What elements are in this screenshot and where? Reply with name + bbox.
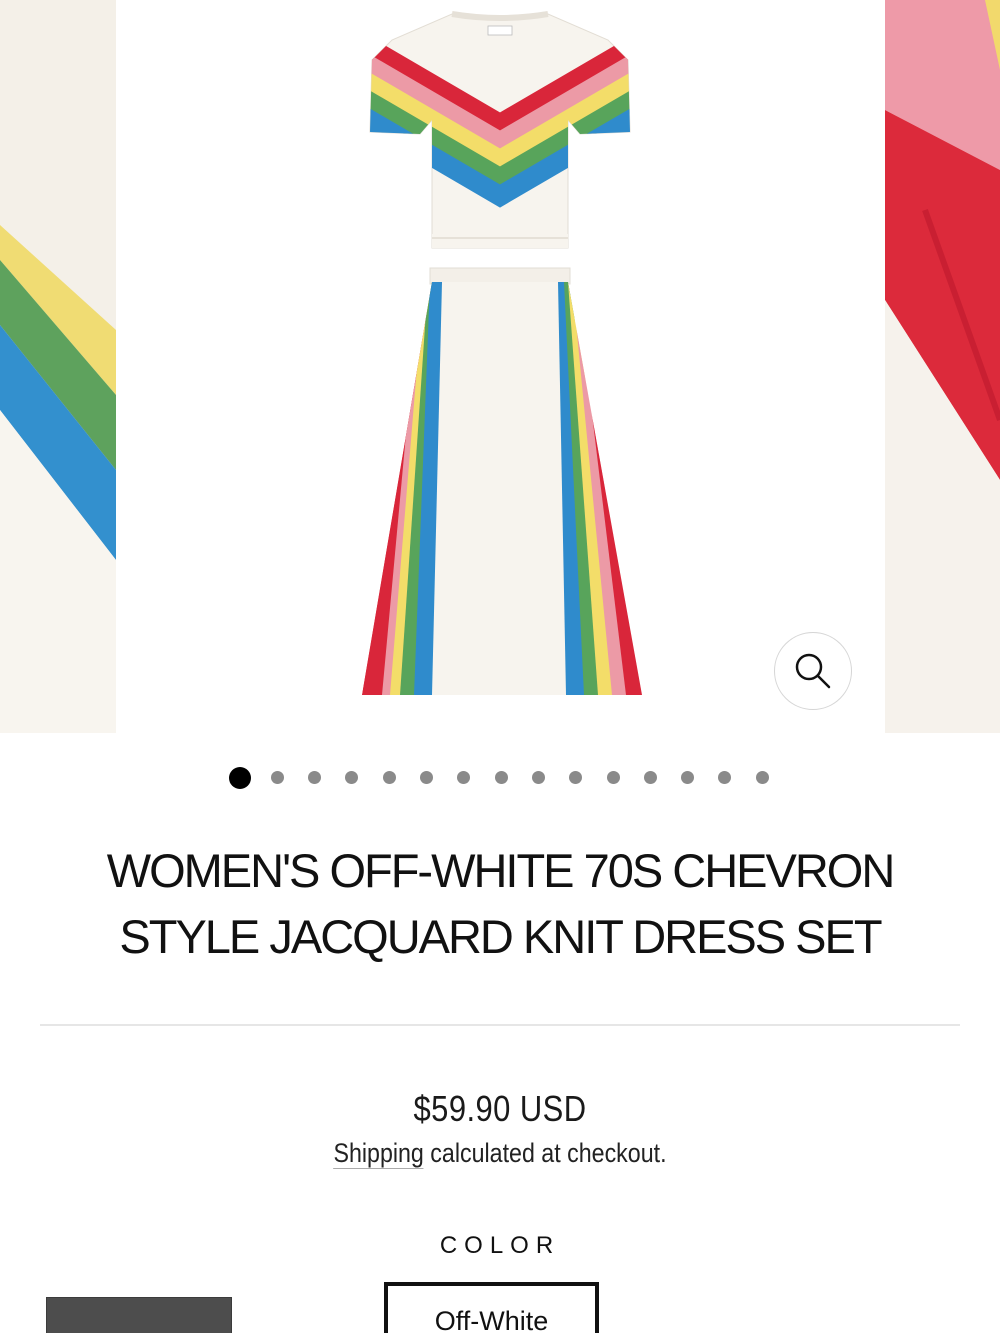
- slide-dot[interactable]: [643, 771, 657, 784]
- shipping-link[interactable]: Shipping: [333, 1138, 424, 1169]
- slide-pagination: [0, 766, 1000, 789]
- slide-dot[interactable]: [569, 771, 583, 784]
- search-icon: [795, 653, 831, 689]
- slide-dot[interactable]: [345, 771, 359, 784]
- slide-dot[interactable]: [681, 771, 695, 784]
- shipping-note-text: calculated at checkout.: [423, 1138, 667, 1168]
- slide-dot[interactable]: [420, 771, 433, 784]
- slide-dot[interactable]: [382, 771, 396, 784]
- slide-dot[interactable]: [270, 771, 284, 784]
- dress-set-image: [362, 11, 642, 695]
- slide-dot[interactable]: [494, 771, 508, 784]
- floating-action-button[interactable]: [46, 1297, 232, 1333]
- color-option-label: COLOR: [439, 1232, 561, 1259]
- color-swatch-off-white[interactable]: Off-White: [384, 1282, 599, 1333]
- slide-dot[interactable]: [531, 771, 545, 784]
- knit-closeup-right-image: [885, 0, 1000, 733]
- slide-dot[interactable]: [457, 771, 471, 784]
- product-image-gallery[interactable]: [0, 0, 1000, 733]
- slide-dot[interactable]: [308, 771, 322, 784]
- zoom-button[interactable]: [774, 632, 852, 710]
- product-title: WOMEN'S OFF-WHITE 70S CHEVRON STYLE JACQ…: [106, 844, 896, 963]
- shipping-note: Shipping calculated at checkout.: [70, 1138, 930, 1169]
- previous-slide-image[interactable]: [0, 0, 116, 733]
- slide-dot[interactable]: [229, 767, 251, 789]
- knit-closeup-left-image: [0, 0, 116, 733]
- slide-dot[interactable]: [718, 771, 732, 784]
- main-product-image[interactable]: [116, 0, 885, 733]
- next-slide-image[interactable]: [885, 0, 1000, 733]
- slide-dot[interactable]: [755, 771, 769, 784]
- product-price: $59.90 USD: [413, 1088, 587, 1129]
- divider: [40, 1024, 960, 1026]
- slide-dot[interactable]: [606, 771, 620, 784]
